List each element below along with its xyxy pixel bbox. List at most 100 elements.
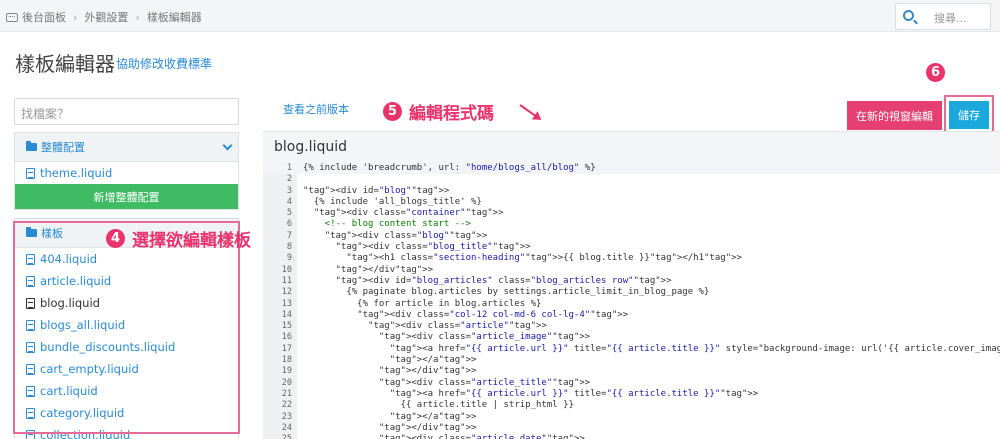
line-number: 17 xyxy=(281,343,292,354)
dashboard-icon xyxy=(6,12,18,22)
code-line[interactable]: 15 "tag"><div class="article""tag">> xyxy=(263,321,1000,332)
code-line[interactable]: 23 "tag"></a"tag">> xyxy=(263,412,1000,423)
code-line[interactable]: 7 "tag"><div class="blog""tag">> xyxy=(263,231,1000,242)
layout-panel: 整體配置 theme.liquid 新增整體配置 xyxy=(14,132,239,210)
previous-versions-link[interactable]: 查看之前版本 xyxy=(283,101,349,117)
code-text[interactable]: {% include 'all_blogs_title' %} xyxy=(303,197,482,208)
step-5-badge: 5 xyxy=(383,102,402,121)
code-line[interactable]: 3 "tag"><div id="blog""tag">> xyxy=(263,186,1000,197)
code-text[interactable]: "tag"></a"tag">> xyxy=(303,412,477,423)
breadcrumb-appearance[interactable]: 外觀設置 xyxy=(84,9,128,25)
code-text[interactable]: {% include 'breadcrumb', url: "home/blog… xyxy=(303,163,596,174)
line-number: 21 xyxy=(281,388,292,399)
breadcrumb-separator-icon: › xyxy=(73,10,78,24)
code-text[interactable]: {% paginate blog.articles by settings.ar… xyxy=(303,287,709,298)
code-line[interactable]: 5 "tag"><div class="container""tag">> xyxy=(263,208,1000,219)
search-input[interactable]: 搜尋... xyxy=(934,10,967,26)
code-text[interactable]: "tag"><a href="{{ article.url }}" title=… xyxy=(303,389,759,400)
code-text[interactable]: "tag"><div id="blog_articles" class="blo… xyxy=(303,276,672,287)
file-search-input[interactable]: 找檔案？ xyxy=(14,98,239,125)
code-line[interactable]: 19 "tag"></div"tag">> xyxy=(263,366,1000,377)
code-editor[interactable]: 1 {% include 'breadcrumb', url: "home/blo… xyxy=(263,163,1000,439)
code-text[interactable]: "tag"><div class="blog_title""tag">> xyxy=(303,242,531,253)
code-text[interactable]: <!-- blog content start --> xyxy=(303,219,471,230)
breadcrumb-separator-icon: › xyxy=(135,10,140,24)
line-number: 11 xyxy=(281,275,292,286)
code-line[interactable]: 14 "tag"><div class="col-12 col-md-6 col… xyxy=(263,310,1000,321)
line-number: 22 xyxy=(281,400,292,411)
file-item-theme[interactable]: theme.liquid xyxy=(15,162,238,184)
file-label[interactable]: theme.liquid xyxy=(40,166,112,180)
step-4-text: 選擇欲編輯樣板 xyxy=(132,231,251,251)
line-number: 24 xyxy=(281,422,292,433)
templates-highlight-box xyxy=(13,221,240,434)
open-new-window-button[interactable]: 在新的視窗編輯 xyxy=(847,101,942,130)
line-number: 18 xyxy=(281,355,292,366)
breadcrumb-template-editor: 樣板編輯器 xyxy=(146,11,202,24)
help-link[interactable]: 協助修改收費標準 xyxy=(116,55,212,72)
code-line[interactable]: 2 xyxy=(263,174,1000,185)
line-number: 14 xyxy=(281,309,292,320)
folder-open-icon xyxy=(26,141,37,151)
code-line[interactable]: 1 {% include 'breadcrumb', url: "home/blo… xyxy=(263,163,1000,175)
line-number: 6 xyxy=(286,219,292,230)
code-line[interactable]: 13 {% for article in blog.articles %} xyxy=(263,299,1000,310)
save-button[interactable]: 儲存 xyxy=(949,101,989,129)
code-line[interactable]: 6 <!-- blog content start --> xyxy=(263,219,1000,230)
step-4-badge: 4 xyxy=(106,229,125,248)
code-text[interactable]: "tag"></div"tag">> xyxy=(303,265,434,276)
line-number: 12 xyxy=(281,287,292,298)
line-number: 25 xyxy=(263,434,292,439)
code-line[interactable]: 12 {% paginate blog.articles by settings… xyxy=(263,287,1000,298)
code-line[interactable]: 8 "tag"><div class="blog_title""tag">> xyxy=(263,242,1000,253)
code-text[interactable]: "tag"><div class="article_image""tag">> xyxy=(303,332,590,343)
line-number: 20 xyxy=(281,377,292,388)
arrow-icon xyxy=(519,104,541,120)
line-number: 1 xyxy=(286,163,292,173)
search-box[interactable]: 搜尋... xyxy=(895,3,991,30)
code-line[interactable]: 10 "tag"></div"tag">> xyxy=(263,265,1000,276)
line-number: 9 xyxy=(286,253,292,264)
step-6-callout: 6 xyxy=(926,63,952,82)
line-number: 19 xyxy=(281,366,292,377)
code-line[interactable]: 18 "tag"></a"tag">> xyxy=(263,355,1000,366)
code-text[interactable]: {% for article in blog.articles %} xyxy=(303,299,541,310)
code-text[interactable]: "tag"><div class="blog""tag">> xyxy=(303,231,488,242)
code-line[interactable]: 24 "tag"></div"tag">> xyxy=(263,423,1000,434)
code-line[interactable]: 4 {% include 'all_blogs_title' %} xyxy=(263,197,1000,208)
chevron-down-icon[interactable] xyxy=(222,140,233,151)
code-line[interactable]: 22 {{ article.title | strip_html }} xyxy=(263,400,1000,411)
code-line[interactable]: 16 "tag"><div class="article_image""tag"… xyxy=(263,332,1000,343)
code-line[interactable]: 9 "tag"><h1 class="section-heading""tag"… xyxy=(263,253,1000,264)
line-number: 8 xyxy=(286,242,292,253)
code-text[interactable]: "tag"><h1 class="section-heading""tag">>… xyxy=(303,253,742,264)
code-lines[interactable]: 1 {% include 'breadcrumb', url: "home/blo… xyxy=(263,163,1000,439)
code-line[interactable]: 17 "tag"><a href="{{ article.url }}" tit… xyxy=(263,344,1000,355)
code-text[interactable]: "tag"><div class="article_title""tag">> xyxy=(303,378,590,389)
code-text[interactable]: {{ article.title | strip_html }} xyxy=(303,400,574,411)
code-text[interactable]: "tag"><div id="blog""tag">> xyxy=(303,186,449,197)
line-number: 13 xyxy=(281,298,292,309)
code-text[interactable]: "tag"><a href="{{ article.url }}" title=… xyxy=(303,344,1000,355)
code-text[interactable]: "tag"><div class="container""tag">> xyxy=(303,208,504,219)
code-text[interactable]: "tag"><div class="col-12 col-md-6 col-lg… xyxy=(303,310,628,321)
page-title: 樣板編輯器 xyxy=(15,52,115,76)
search-icon[interactable] xyxy=(903,10,914,21)
code-line[interactable]: 20 "tag"><div class="article_title""tag"… xyxy=(263,378,1000,389)
code-text[interactable]: "tag"><div class="article""tag">> xyxy=(303,321,547,332)
code-text[interactable]: "tag"></div"tag">> xyxy=(303,423,477,434)
line-number: 7 xyxy=(286,230,292,241)
code-text[interactable]: "tag"></div"tag">> xyxy=(303,366,477,377)
code-text[interactable]: "tag"><div class="article date""tag">> xyxy=(303,434,585,439)
code-line[interactable]: 25 "tag"><div class="article date""tag">… xyxy=(263,434,1000,439)
line-number: 2 xyxy=(286,174,292,185)
add-layout-button[interactable]: 新增整體配置 xyxy=(15,184,238,209)
breadcrumb-dashboard[interactable]: 後台面板 xyxy=(22,9,66,25)
code-line[interactable]: 11 "tag"><div id="blog_articles" class="… xyxy=(263,276,1000,287)
save-highlight-box: 儲存 xyxy=(944,95,994,135)
layout-section-header[interactable]: 整體配置 xyxy=(15,133,238,162)
code-text[interactable]: "tag"></a"tag">> xyxy=(303,355,477,366)
editor-file-title: blog.liquid xyxy=(274,139,347,155)
line-number: 5 xyxy=(286,208,292,219)
code-line[interactable]: 21 "tag"><a href="{{ article.url }}" tit… xyxy=(263,389,1000,400)
